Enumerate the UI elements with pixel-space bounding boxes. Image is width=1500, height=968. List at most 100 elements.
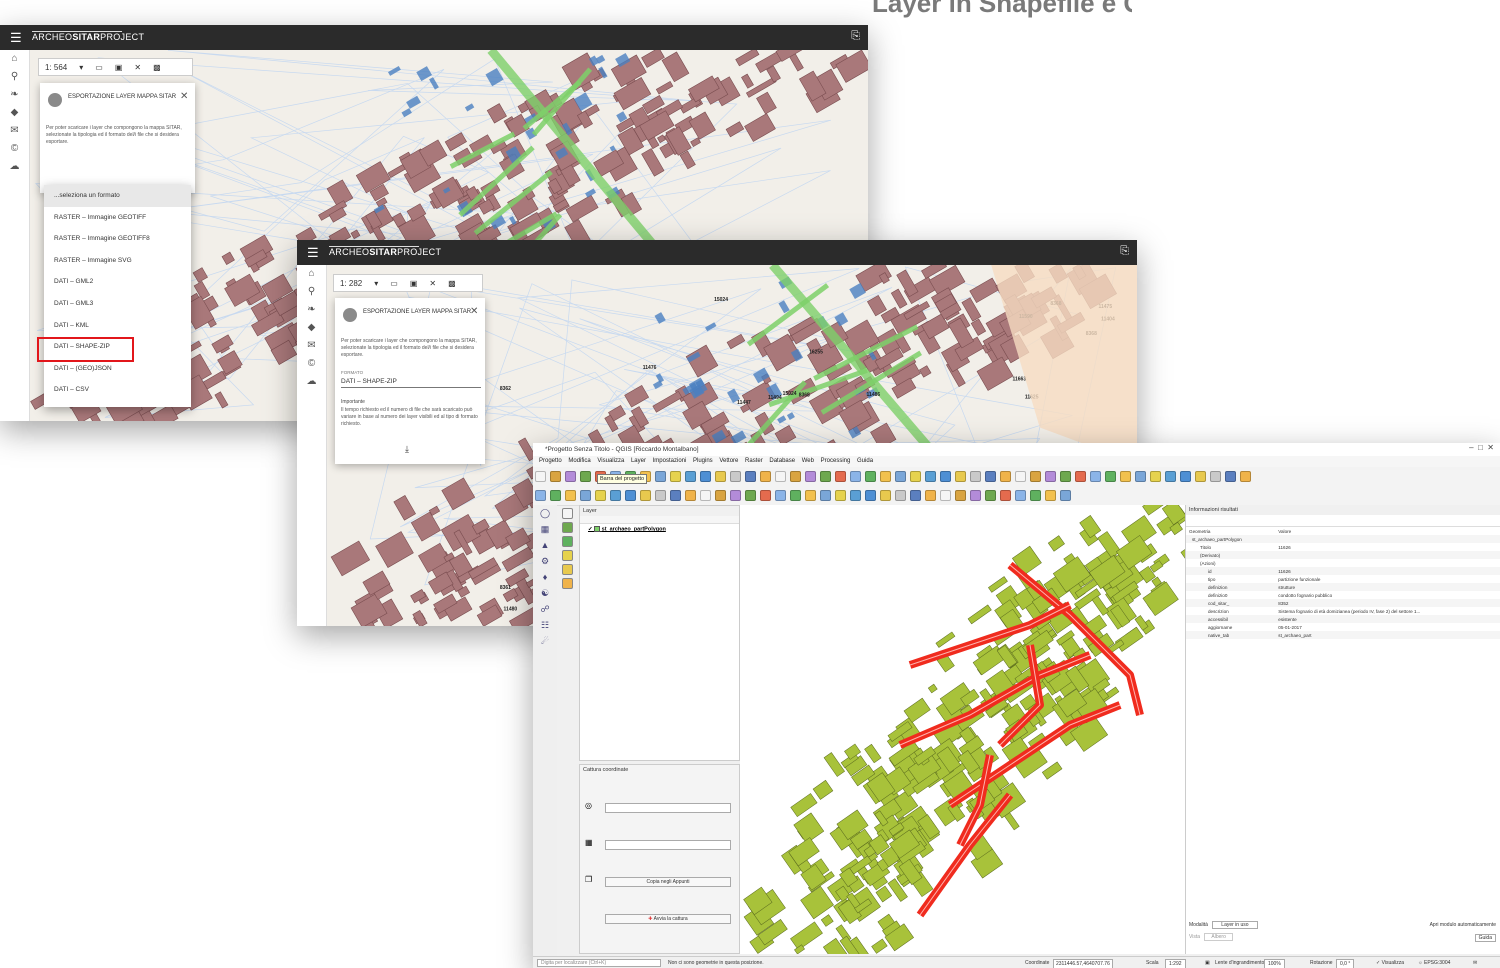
toolbar-tool-icon[interactable] (580, 471, 591, 482)
toolbar-tool-icon[interactable] (550, 490, 561, 501)
toolbar-tool-icon[interactable] (940, 471, 951, 482)
table-row[interactable]: id 11626 (1186, 567, 1500, 575)
table-row[interactable]: aggiorname 05-01-2017 (1186, 623, 1500, 631)
wfs-icon[interactable]: ☍ (533, 601, 557, 617)
layers-icon[interactable]: ◆ (0, 104, 29, 122)
layer-tool-icon[interactable] (562, 564, 573, 575)
crs-button[interactable]: ☼ EPSG:3004 (1418, 957, 1450, 968)
toolbar-tool-icon[interactable] (595, 490, 606, 501)
table-row[interactable]: st_archaeo_partPolygon (1186, 535, 1500, 543)
toolbar-tool-icon[interactable] (1090, 471, 1101, 482)
format-option[interactable]: DATI – GML3 (44, 293, 191, 315)
toolbar-tool-icon[interactable] (1045, 471, 1056, 482)
menu-view[interactable]: Visualizza (597, 458, 624, 464)
menu-project[interactable]: Progetto (539, 458, 562, 464)
toolbar-tool-icon[interactable] (865, 490, 876, 501)
format-option[interactable]: RASTER – Immagine GEOTIFF (44, 207, 191, 229)
menu-edit[interactable]: Modifica (568, 458, 590, 464)
menu-processing[interactable]: Processing (821, 458, 851, 464)
messages-icon[interactable]: ✉ (1473, 957, 1477, 968)
toolbar-tool-icon[interactable] (730, 490, 741, 501)
coordinate-field-2[interactable] (605, 840, 731, 850)
toolbar-tool-icon[interactable] (1030, 490, 1041, 501)
chevron-down-icon[interactable]: ▾ (73, 63, 89, 72)
layer-tool-icon[interactable] (562, 536, 573, 547)
layer-tool-icon[interactable] (562, 550, 573, 561)
toolbar-tool-icon[interactable] (790, 471, 801, 482)
toolbar-tool-icon[interactable] (880, 490, 891, 501)
toolbar-tool-icon[interactable] (880, 471, 891, 482)
toolbar-tool-icon[interactable] (700, 490, 711, 501)
table-row[interactable]: accessibil esistente (1186, 615, 1500, 623)
mode-select[interactable]: Layer in uso (1212, 921, 1258, 929)
toolbar-tool-icon[interactable] (715, 471, 726, 482)
vector-layer-icon[interactable]: ◯ (533, 505, 557, 521)
toolbar-tool-icon[interactable] (985, 490, 996, 501)
menu-layer[interactable]: Layer (631, 458, 646, 464)
close-icon[interactable]: ✕ (470, 306, 478, 317)
mail-icon[interactable]: ✉ (0, 122, 29, 140)
chevron-down-icon[interactable]: ▾ (368, 279, 384, 288)
toolbar-tool-icon[interactable] (640, 490, 651, 501)
spatialite-icon[interactable]: ⚙ (533, 553, 557, 569)
toolbar-tool-icon[interactable] (1075, 471, 1086, 482)
table-row[interactable]: Titolo 11626 (1186, 543, 1500, 551)
extent-icon[interactable]: ▣ (109, 63, 129, 72)
copy-button[interactable]: Copia negli Appunti (605, 877, 731, 887)
toolbar-tool-icon[interactable] (1240, 471, 1251, 482)
wcs-icon[interactable]: ☷ (533, 617, 557, 633)
walker-icon[interactable]: ❧ (297, 301, 326, 319)
toolbar-tool-icon[interactable] (625, 490, 636, 501)
menu-help[interactable]: Guida (857, 458, 873, 464)
toolbar-tool-icon[interactable] (835, 471, 846, 482)
copyright-icon[interactable]: © (0, 140, 29, 158)
auto-open-checkbox[interactable]: Apri modulo automaticamente (1430, 922, 1496, 928)
toolbar-tool-icon[interactable] (1000, 471, 1011, 482)
table-row[interactable]: definizio0 condotto fognario pubblico (1186, 591, 1500, 599)
toolbar-tool-icon[interactable] (775, 490, 786, 501)
table-row[interactable]: (Derivato) (1186, 551, 1500, 559)
menu-plugins[interactable]: Plugins (693, 458, 713, 464)
layer-tool-icon[interactable] (562, 508, 573, 519)
toolbar-tool-icon[interactable] (1180, 471, 1191, 482)
toolbar-tool-icon[interactable] (940, 490, 951, 501)
clear-icon[interactable]: ✕ (423, 279, 442, 288)
toolbar-tool-icon[interactable] (1150, 471, 1161, 482)
print-icon[interactable]: ▩ (442, 279, 462, 288)
help-button[interactable]: Guida (1474, 934, 1496, 942)
toolbar-tool-icon[interactable] (835, 490, 846, 501)
toolbar-tool-icon[interactable] (1195, 471, 1206, 482)
copyright-icon[interactable]: © (297, 355, 326, 373)
toolbar-tool-icon[interactable] (670, 471, 681, 482)
home-icon[interactable]: ⌂ (297, 265, 326, 283)
format-option[interactable]: DATI – CSV (44, 379, 191, 401)
logout-icon[interactable]: ⎘ (851, 30, 860, 43)
ruler-icon[interactable]: ▭ (89, 63, 109, 72)
toolbar-tool-icon[interactable] (700, 471, 711, 482)
raster-layer-icon[interactable]: ▦ (533, 521, 557, 537)
toolbar-tool-icon[interactable] (970, 490, 981, 501)
download-icon[interactable]: ⤓ (405, 444, 409, 455)
coordinate-field[interactable]: 2311446.57,4640707.76 (1053, 959, 1113, 968)
toolbar-tool-icon[interactable] (1105, 471, 1116, 482)
extent-icon[interactable]: ▣ (404, 279, 424, 288)
format-option[interactable]: RASTER – Immagine GEOTIFF8 (44, 228, 191, 250)
layer-tool-icon[interactable] (562, 578, 573, 589)
toolbar-tool-icon[interactable] (745, 490, 756, 501)
toolbar-tool-icon[interactable] (760, 471, 771, 482)
table-row[interactable]: descrizion Sistema fognario di età domizi… (1186, 607, 1500, 615)
print-icon[interactable]: ▩ (147, 63, 167, 72)
wms-icon[interactable]: ☯ (533, 585, 557, 601)
window-controls[interactable]: – □ ✕ (1469, 443, 1494, 452)
layers-icon[interactable]: ◆ (297, 319, 326, 337)
toolbar-tool-icon[interactable] (1135, 471, 1146, 482)
toolbar-tool-icon[interactable] (730, 471, 741, 482)
toolbar-tool-icon[interactable] (535, 490, 546, 501)
toolbar-tool-icon[interactable] (775, 471, 786, 482)
toolbar-tool-icon[interactable] (910, 471, 921, 482)
toolbar-tool-icon[interactable] (550, 471, 561, 482)
toolbar-tool-icon[interactable] (1045, 490, 1056, 501)
toolbar-tool-icon[interactable] (850, 471, 861, 482)
toolbar-tool-icon[interactable] (535, 471, 546, 482)
key-icon[interactable]: ⚲ (0, 68, 29, 86)
